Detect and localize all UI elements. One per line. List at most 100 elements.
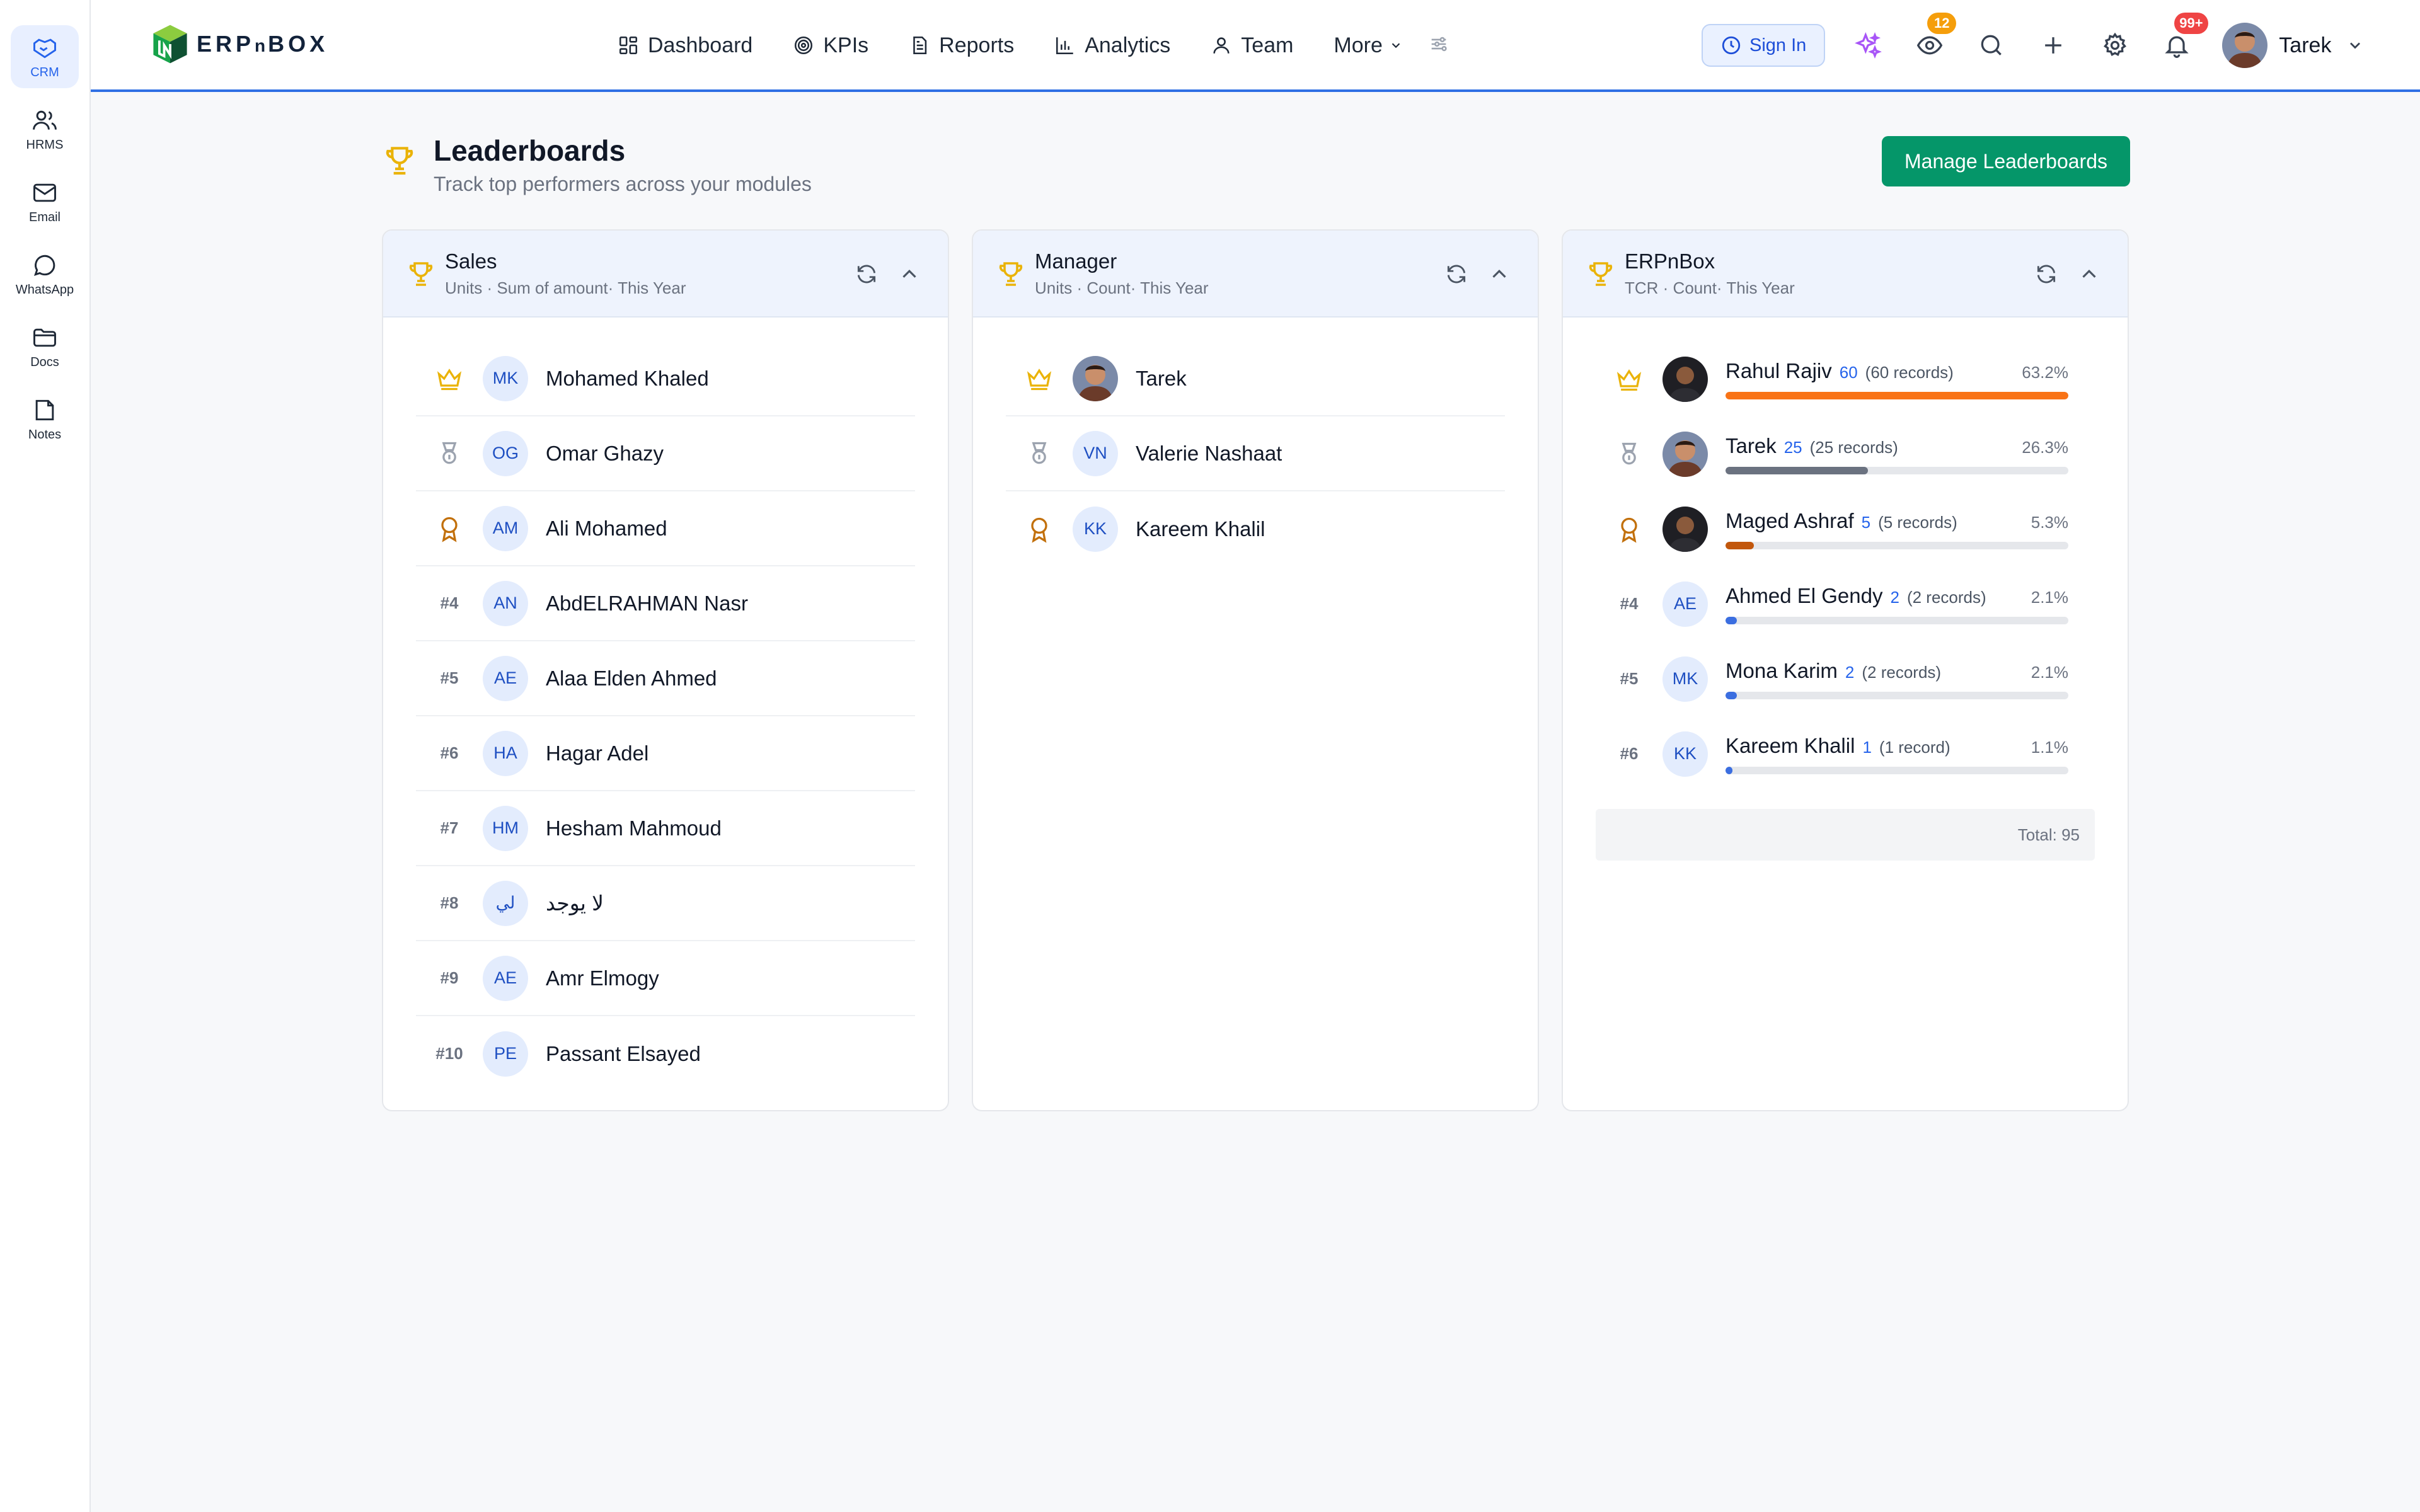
nav-kpis[interactable]: KPIs — [793, 33, 868, 58]
avatar: HA — [483, 730, 528, 776]
avatar: PE — [483, 1031, 528, 1077]
watch-button[interactable]: 12 — [1911, 13, 1957, 64]
list-item[interactable]: KK Kareem Khalil — [1006, 491, 1505, 566]
avatar: OG — [483, 430, 528, 476]
rail-item-docs[interactable]: Docs — [11, 315, 79, 378]
notifications-count-badge: 99+ — [2174, 13, 2208, 34]
rail-label: Docs — [30, 355, 59, 369]
logo-text: ERPnBOX — [197, 31, 329, 57]
member-line: Tarek 25 (25 records) 26.3% — [1726, 434, 2068, 462]
nav-reports[interactable]: Reports — [909, 33, 1014, 58]
list-item[interactable]: Tarek 25 (25 records) 26.3% — [1596, 416, 2095, 491]
notifications-button[interactable]: 99+ — [2158, 13, 2208, 64]
award-icon — [1621, 517, 1637, 543]
list-item[interactable]: VN Valerie Nashaat — [1006, 416, 1505, 491]
list-item[interactable]: #4 AN AbdELRAHMAN Nasr — [416, 566, 915, 641]
progress-fill — [1726, 691, 1737, 699]
list-item[interactable]: #5 AE Alaa Elden Ahmed — [416, 641, 915, 716]
target-icon — [795, 36, 813, 55]
user-menu[interactable]: Tarek — [2222, 23, 2364, 68]
sign-in-button[interactable]: Sign In — [1702, 24, 1826, 67]
avatar: KK — [1662, 731, 1708, 777]
card-subtitle: Units · Count· This Year — [1035, 278, 1209, 297]
list-item[interactable]: OG Omar Ghazy — [416, 416, 915, 491]
refresh-icon[interactable] — [1444, 262, 1468, 286]
refresh-icon[interactable] — [855, 262, 879, 286]
refresh-icon[interactable] — [2034, 262, 2058, 286]
card-header: Manager Units · Count· This Year — [973, 231, 1538, 318]
settings-button[interactable] — [2096, 26, 2134, 64]
member-name: Omar Ghazy — [546, 441, 664, 465]
add-button[interactable] — [2034, 26, 2072, 64]
member-info: Mona Karim 2 (2 records) 2.1% — [1726, 659, 2068, 699]
nav-analytics[interactable]: Analytics — [1054, 33, 1170, 58]
chevron-up-icon[interactable] — [897, 262, 921, 286]
rank-indicator: #6 — [440, 743, 459, 762]
progress-track — [1726, 391, 2068, 399]
member-records: (60 records) — [1865, 362, 1954, 382]
chevron-up-icon[interactable] — [1487, 262, 1511, 286]
chevron-up-icon[interactable] — [2077, 262, 2101, 286]
trophy-icon — [409, 262, 433, 286]
progress-track — [1726, 616, 2068, 624]
list-item[interactable]: #10 PE Passant Elsayed — [416, 1016, 915, 1091]
rail-label: CRM — [30, 65, 59, 79]
member-name: Tarek — [1136, 366, 1187, 390]
nav-label: Team — [1241, 33, 1294, 57]
list-item[interactable]: AM Ali Mohamed — [416, 491, 915, 566]
card-subtitle: Units · Sum of amount· This Year — [445, 278, 686, 297]
nav-more-label: More — [1334, 33, 1383, 57]
nav-dashboard[interactable]: Dashboard — [618, 33, 752, 58]
member-name: Mohamed Khaled — [546, 366, 709, 390]
rail-item-notes[interactable]: Notes — [11, 387, 79, 450]
avatar: AE — [483, 655, 528, 701]
list-item[interactable]: #7 HM Hesham Mahmoud — [416, 791, 915, 866]
rail-item-crm[interactable]: CRM — [11, 25, 79, 88]
member-name: Hagar Adel — [546, 741, 649, 765]
member-value: 25 — [1783, 437, 1802, 457]
card-title: ERPnBox — [1625, 249, 1715, 273]
list-item[interactable]: #4 AE Ahmed El Gendy 2 (2 records) 2.1% — [1596, 566, 2095, 641]
manage-leaderboards-button[interactable]: Manage Leaderboards — [1881, 136, 2130, 186]
rail-item-whatsapp[interactable]: WhatsApp — [11, 243, 79, 306]
list-item[interactable]: Tarek — [1006, 341, 1505, 416]
member-name: Tarek — [1726, 433, 1777, 457]
brand-logo[interactable]: ERPnBOX — [146, 20, 328, 68]
rail-item-hrms[interactable]: HRMS — [11, 98, 79, 161]
rank-indicator — [1006, 515, 1073, 543]
list-item[interactable]: #8 لي لا يوجد — [416, 866, 915, 941]
member-info: Rahul Rajiv 60 (60 records) 63.2% — [1726, 359, 2068, 399]
list-item[interactable]: #6 KK Kareem Khalil 1 (1 record) 1.1% — [1596, 716, 2095, 791]
avatar: AN — [483, 580, 528, 626]
list-item[interactable]: MK Mohamed Khaled — [416, 341, 915, 416]
list-item[interactable]: #6 HA Hagar Adel — [416, 716, 915, 791]
list-item[interactable]: #5 MK Mona Karim 2 (2 records) 2.1% — [1596, 641, 2095, 716]
chevron-down-icon — [2350, 42, 2361, 49]
progress-fill — [1726, 766, 1732, 774]
rank-indicator: #6 — [1620, 744, 1639, 763]
rank-indicator — [416, 365, 483, 392]
nav-team[interactable]: Team — [1211, 33, 1293, 58]
plus-icon — [2045, 37, 2062, 54]
rank-indicator: #4 — [1620, 594, 1639, 613]
ai-assistant-button[interactable] — [1849, 26, 1887, 64]
search-button[interactable] — [1973, 26, 2010, 64]
nav-label: Dashboard — [648, 33, 753, 57]
member-percent: 63.2% — [2022, 362, 2068, 382]
page-header: Leaderboards Track top performers across… — [382, 132, 2130, 198]
page-title: Leaderboards — [434, 134, 626, 167]
avatar — [1662, 506, 1708, 552]
whatsapp-icon — [34, 255, 55, 276]
avatar: HM — [483, 805, 528, 851]
nav-label: Reports — [939, 33, 1015, 57]
avatar: AE — [1662, 581, 1708, 627]
list-item[interactable]: Rahul Rajiv 60 (60 records) 63.2% — [1596, 341, 2095, 416]
rail-item-email[interactable]: Email — [11, 170, 79, 233]
nav-more-dropdown[interactable]: More — [1334, 33, 1402, 58]
member-line: Rahul Rajiv 60 (60 records) 63.2% — [1726, 359, 2068, 387]
list-item[interactable]: Maged Ashraf 5 (5 records) 5.3% — [1596, 491, 2095, 566]
leaderboard-list: MK Mohamed Khaled OG Omar Ghazy AM Ali Mohame… — [383, 318, 948, 1091]
member-percent: 1.1% — [2031, 737, 2068, 757]
nav-customize-button[interactable] — [1428, 33, 1449, 58]
list-item[interactable]: #9 AE Amr Elmogy — [416, 941, 915, 1016]
